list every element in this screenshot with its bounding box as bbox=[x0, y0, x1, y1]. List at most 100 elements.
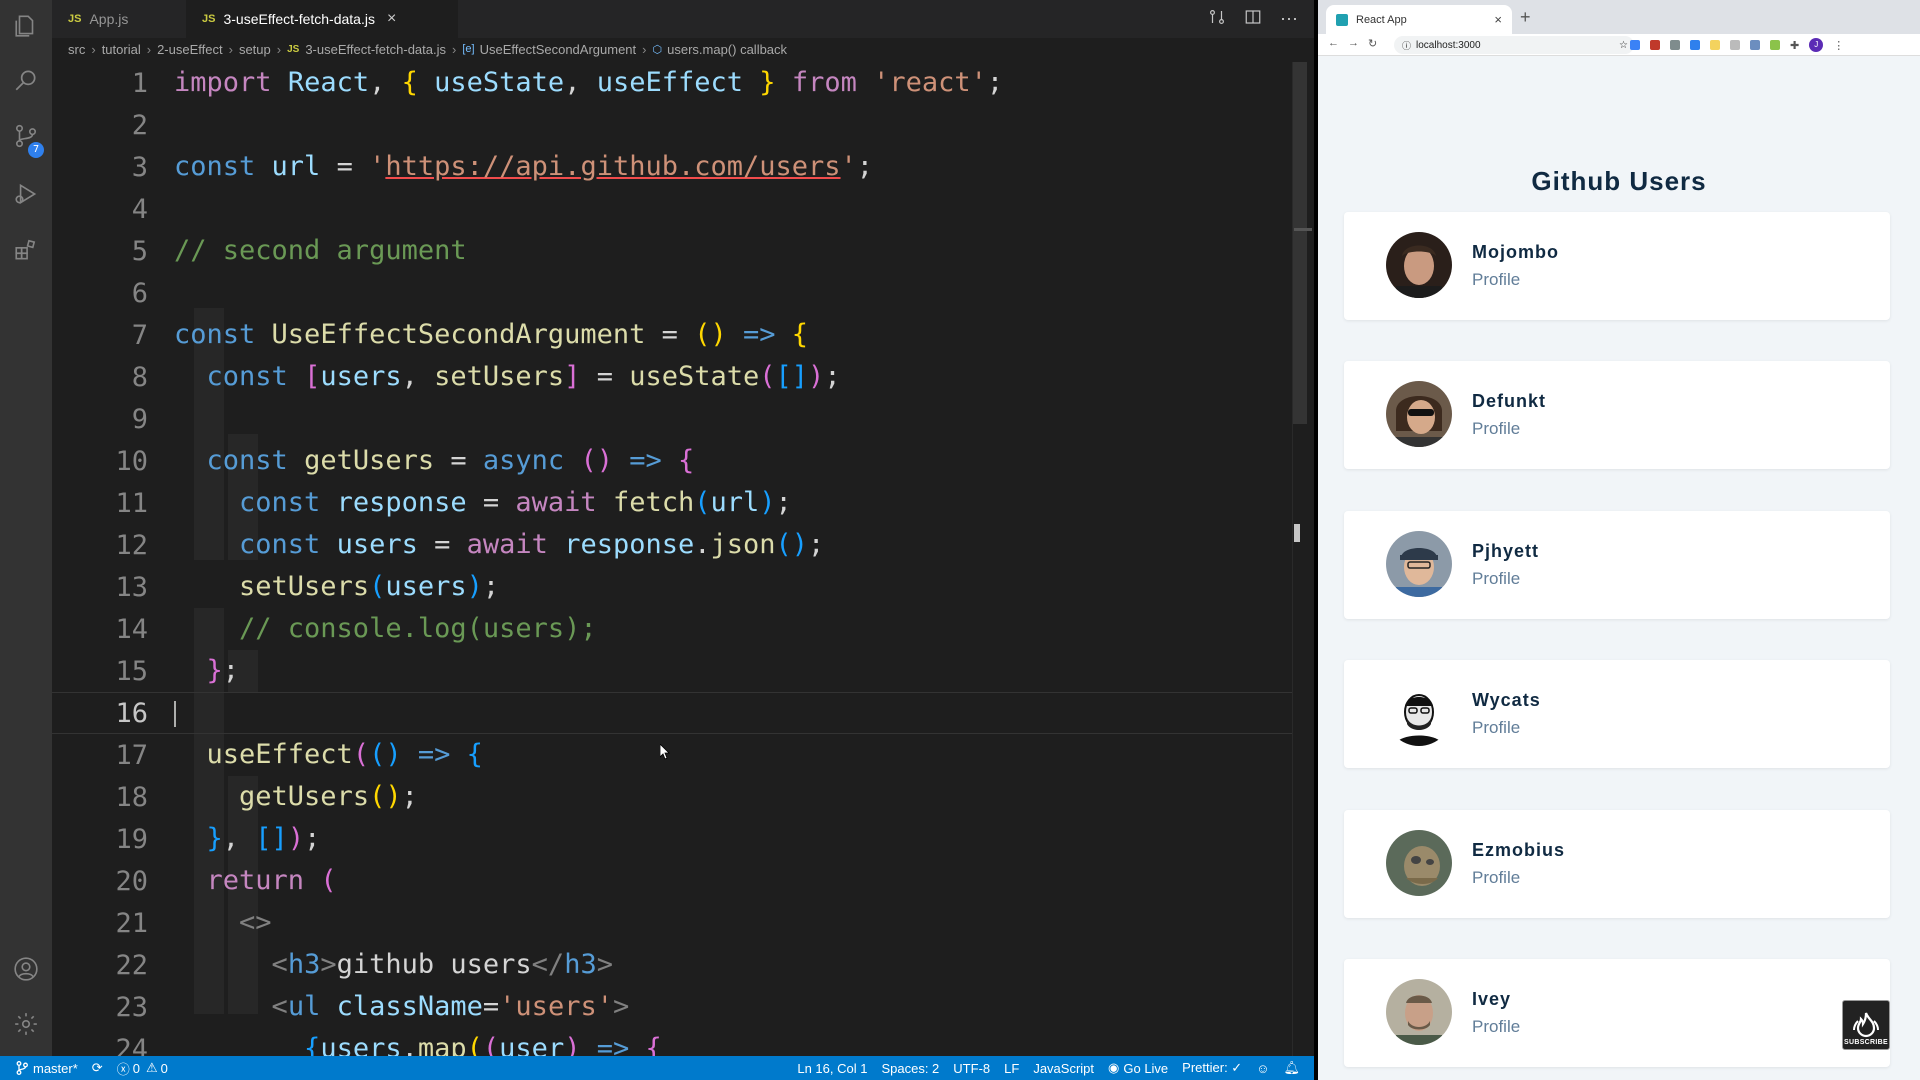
tab-app-js[interactable]: JS App.js bbox=[52, 0, 186, 38]
browser-tab[interactable]: React App × bbox=[1326, 5, 1512, 34]
notifications-bell-icon[interactable]: 🔔︎ bbox=[1283, 1060, 1300, 1076]
puzzle-extensions-icon[interactable]: ✚ bbox=[1790, 39, 1799, 52]
git-branch-icon bbox=[16, 1061, 28, 1075]
reload-icon[interactable]: ↻ bbox=[1368, 37, 1377, 50]
language-mode[interactable]: JavaScript bbox=[1033, 1061, 1094, 1076]
go-live-label: Go Live bbox=[1123, 1060, 1169, 1076]
extension-icon[interactable] bbox=[1750, 40, 1760, 50]
line-number: 5 bbox=[131, 235, 148, 267]
line-number: 3 bbox=[131, 151, 148, 183]
error-icon: ⓧ bbox=[116, 1061, 130, 1077]
extension-icon[interactable] bbox=[1690, 40, 1700, 50]
react-favicon-icon bbox=[1336, 13, 1348, 26]
tab-fetch-data-js[interactable]: JS 3-useEffect-fetch-data.js × bbox=[186, 0, 458, 38]
profile-link[interactable]: Profile bbox=[1472, 569, 1520, 589]
tab-label: 3-useEffect-fetch-data.js bbox=[223, 11, 375, 27]
line-number: 18 bbox=[115, 781, 148, 813]
problems-indicator[interactable]: ⓧ 0 ⚠ 0 bbox=[117, 1059, 168, 1078]
extension-icon[interactable] bbox=[1770, 40, 1780, 50]
code-text: const getUsers = async () => { bbox=[206, 445, 695, 476]
browser-window: React App × + ← → ↻ ⓘ localhost:3000 ☆ ✚… bbox=[1318, 0, 1920, 1080]
profile-link[interactable]: Profile bbox=[1472, 868, 1520, 888]
user-name: Wycats bbox=[1472, 690, 1541, 710]
avatar bbox=[1386, 979, 1452, 1045]
end-of-line[interactable]: LF bbox=[1004, 1061, 1019, 1076]
chevron-right-icon: › bbox=[228, 41, 233, 57]
code-line: 1 import React, { useState, useEffect } … bbox=[52, 62, 1292, 104]
extensions-icon[interactable] bbox=[12, 236, 40, 264]
code-line: 24 {users.map((user) => { bbox=[52, 1028, 1292, 1056]
extension-icons: ✚ J ⋮ bbox=[1630, 34, 1844, 56]
variable-symbol-icon: [e] bbox=[462, 43, 475, 55]
account-icon[interactable] bbox=[12, 955, 40, 983]
search-icon[interactable] bbox=[12, 66, 40, 94]
profile-link[interactable]: Profile bbox=[1472, 718, 1520, 738]
code-line: 5 // second argument bbox=[52, 230, 1292, 272]
scrollbar-thumb[interactable] bbox=[1293, 62, 1307, 424]
editor-scrollbar[interactable] bbox=[1292, 62, 1307, 1056]
user-card: Pjhyett Profile bbox=[1344, 511, 1890, 619]
user-card: Defunkt Profile bbox=[1344, 361, 1890, 469]
breadcrumb-2-useeffect[interactable]: 2-useEffect bbox=[157, 42, 223, 57]
js-file-icon: JS bbox=[68, 13, 82, 25]
extension-icon[interactable] bbox=[1710, 40, 1720, 50]
source-control-badge: 7 bbox=[28, 142, 44, 158]
chevron-right-icon: › bbox=[452, 41, 457, 57]
extension-icon[interactable] bbox=[1630, 40, 1640, 50]
settings-gear-icon[interactable] bbox=[12, 1010, 40, 1038]
split-editor-icon[interactable] bbox=[1244, 8, 1262, 31]
prettier-status[interactable]: Prettier: ✓ bbox=[1182, 1060, 1242, 1076]
breadcrumb-callback[interactable]: users.map() callback bbox=[667, 42, 787, 57]
line-number: 21 bbox=[115, 907, 148, 939]
breadcrumb-src[interactable]: src bbox=[68, 42, 85, 57]
extension-icon[interactable] bbox=[1730, 40, 1740, 50]
web-page: Github Users Mojombo Profile Defunkt Pro… bbox=[1318, 56, 1920, 1080]
back-arrow-icon[interactable]: ← bbox=[1328, 37, 1339, 49]
code-text: const [users, setUsers] = useState([]); bbox=[206, 361, 841, 392]
close-tab-icon[interactable]: × bbox=[1494, 12, 1502, 27]
extension-icon[interactable] bbox=[1670, 40, 1680, 50]
code-text: const users = await response.json(); bbox=[239, 529, 825, 560]
breadcrumb-file[interactable]: 3-useEffect-fetch-data.js bbox=[305, 42, 446, 57]
run-debug-icon[interactable] bbox=[12, 180, 40, 208]
profile-link[interactable]: Profile bbox=[1472, 270, 1520, 290]
avatar bbox=[1386, 680, 1452, 746]
bookmark-star-icon[interactable]: ☆ bbox=[1619, 40, 1628, 51]
user-name: Defunkt bbox=[1472, 391, 1546, 411]
encoding[interactable]: UTF-8 bbox=[953, 1061, 990, 1076]
code-editor[interactable]: 1 import React, { useState, useEffect } … bbox=[52, 62, 1292, 1056]
code-line: 9 bbox=[52, 398, 1292, 440]
feedback-icon[interactable]: ☺ bbox=[1256, 1061, 1269, 1076]
profile-link[interactable]: Profile bbox=[1472, 419, 1520, 439]
profile-link[interactable]: Profile bbox=[1472, 1017, 1520, 1037]
close-tab-icon[interactable]: × bbox=[387, 10, 396, 28]
forward-arrow-icon[interactable]: → bbox=[1348, 37, 1359, 49]
new-tab-button[interactable]: + bbox=[1520, 7, 1531, 28]
user-name: Pjhyett bbox=[1472, 541, 1540, 561]
line-number: 12 bbox=[115, 529, 148, 561]
explorer-icon[interactable] bbox=[12, 12, 40, 40]
indentation[interactable]: Spaces: 2 bbox=[881, 1061, 939, 1076]
avatar bbox=[1386, 381, 1452, 447]
cursor-position[interactable]: Ln 16, Col 1 bbox=[797, 1061, 867, 1076]
browser-menu-icon[interactable]: ⋮ bbox=[1833, 39, 1844, 52]
breadcrumb-tutorial[interactable]: tutorial bbox=[102, 42, 141, 57]
subscribe-watermark[interactable]: SUBSCRIBE bbox=[1842, 1000, 1890, 1050]
go-live-button[interactable]: ◉ Go Live bbox=[1108, 1060, 1168, 1076]
address-bar[interactable]: ⓘ localhost:3000 ☆ bbox=[1394, 36, 1634, 54]
more-actions-icon[interactable]: ⋯ bbox=[1280, 9, 1298, 30]
breadcrumb-component[interactable]: UseEffectSecondArgument bbox=[480, 42, 637, 57]
profile-avatar[interactable]: J bbox=[1809, 38, 1824, 52]
sync-icon[interactable]: ⟳ bbox=[92, 1060, 103, 1076]
breadcrumb-setup[interactable]: setup bbox=[239, 42, 271, 57]
line-number: 11 bbox=[115, 487, 148, 519]
compare-changes-icon[interactable] bbox=[1208, 8, 1226, 31]
tab-label: App.js bbox=[89, 11, 129, 27]
code-line: 22 <h3>github users</h3> bbox=[52, 944, 1292, 986]
branch-indicator[interactable]: master* bbox=[16, 1061, 78, 1076]
code-text: <> bbox=[239, 907, 272, 938]
code-line: 12 const users = await response.json(); bbox=[52, 524, 1292, 566]
broadcast-icon: ◉ bbox=[1108, 1060, 1120, 1075]
user-card: Ezmobius Profile bbox=[1344, 810, 1890, 918]
extension-icon[interactable] bbox=[1650, 40, 1660, 50]
